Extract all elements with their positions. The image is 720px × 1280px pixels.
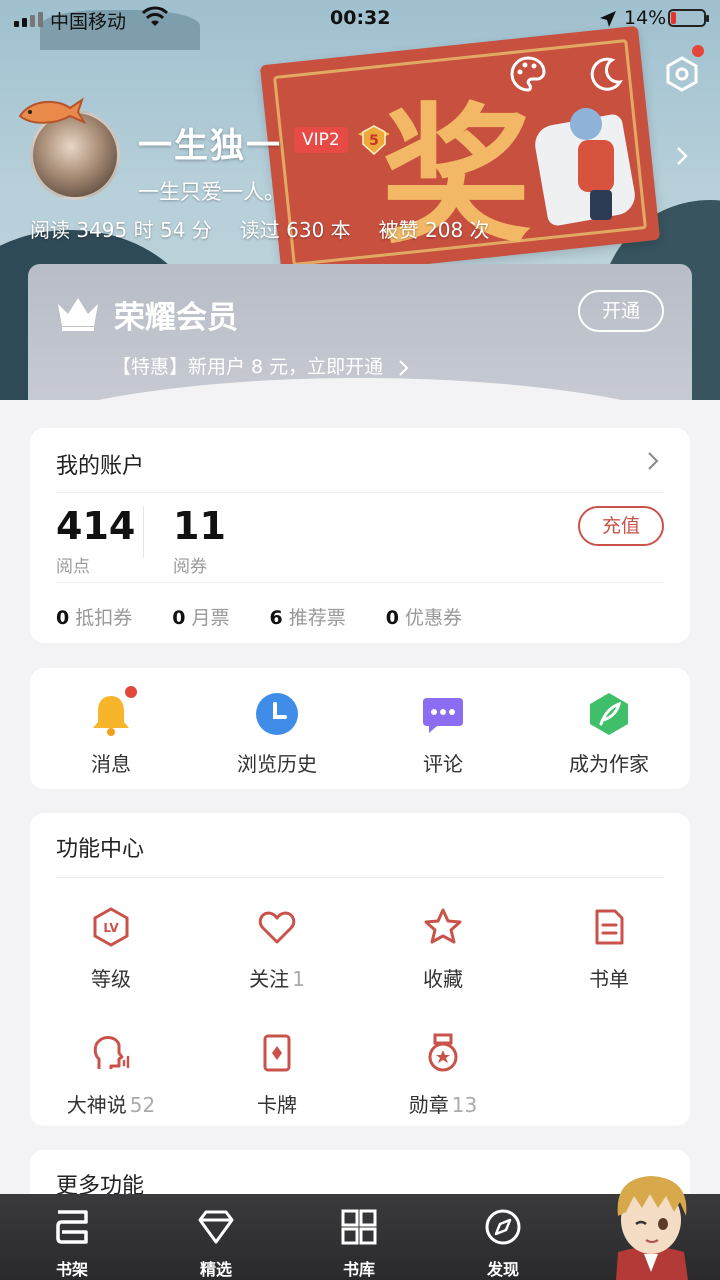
vouchers-value[interactable]: 11 [173, 504, 226, 548]
quick-label: 成为作家 [569, 752, 649, 776]
tab-bookshelf[interactable]: 书架 [27, 1208, 117, 1280]
func-cards[interactable]: 卡牌 [202, 1033, 352, 1118]
points-value[interactable]: 414 [56, 504, 135, 548]
chat-icon [421, 692, 465, 736]
level-icon: LV [93, 907, 129, 947]
svg-text:LV: LV [103, 921, 119, 935]
battery-percent: 14% [624, 7, 667, 29]
func-count: 52 [129, 1093, 156, 1117]
func-label: 书单 [589, 967, 629, 991]
membership-promo[interactable]: 【特惠】新用户 8 元，立即开通 [112, 352, 409, 379]
func-great-god-says[interactable]: 大神说 52 [36, 1033, 186, 1118]
ticket-row: 0 抵扣券 0 月票 6 推荐票 0 优惠券 [56, 603, 502, 630]
tab-featured[interactable]: 精选 [171, 1208, 261, 1280]
func-booklist[interactable]: 书单 [534, 907, 684, 992]
func-count: 13 [451, 1093, 478, 1117]
user-name[interactable]: 一生独一 [138, 118, 282, 167]
compass-icon [485, 1209, 521, 1245]
quick-become-writer[interactable]: 成为作家 [534, 692, 684, 777]
ticket-monthly[interactable]: 0 月票 [172, 603, 229, 630]
svg-text:5: 5 [369, 133, 379, 149]
heart-icon [258, 911, 296, 944]
func-label: 勋章 [408, 1093, 449, 1117]
chevron-right-icon[interactable] [674, 146, 690, 166]
func-label: 收藏 [423, 967, 463, 991]
func-label: 大神说 [66, 1093, 127, 1117]
tab-label: 发现 [486, 1260, 519, 1279]
star-icon [424, 908, 462, 944]
reading-stats: 阅读 3495 时 54 分 读过 630 本 被赞 208 次 [30, 214, 490, 243]
night-mode-icon[interactable] [586, 54, 626, 94]
chevron-right-icon[interactable] [646, 450, 660, 472]
func-label: 等级 [91, 967, 131, 991]
reading-time-stat[interactable]: 阅读 3495 时 54 分 [30, 214, 212, 243]
quick-messages[interactable]: 消息 [36, 686, 186, 777]
booklist-icon [595, 909, 624, 945]
ticket-deduction[interactable]: 0 抵扣券 [56, 603, 132, 630]
tab-label: 书架 [55, 1260, 88, 1279]
level-badge-icon[interactable]: 5 [358, 124, 390, 156]
location-arrow-icon [600, 11, 616, 27]
func-count: 1 [292, 967, 305, 991]
diamond-icon [198, 1210, 234, 1244]
grid-icon [341, 1209, 377, 1245]
palette-icon[interactable] [508, 54, 548, 94]
quick-comments[interactable]: 评论 [368, 692, 518, 777]
crown-icon [58, 298, 98, 331]
likes-stat[interactable]: 被赞 208 次 [379, 214, 490, 243]
tab-discover[interactable]: 发现 [458, 1208, 548, 1280]
tab-library[interactable]: 书库 [314, 1208, 404, 1280]
recharge-button[interactable]: 充值 [578, 506, 664, 546]
quill-icon [587, 692, 631, 736]
quick-label: 浏览历史 [237, 752, 317, 776]
mascot-character[interactable] [596, 1172, 706, 1280]
quick-actions-card: 消息 浏览历史 评论 成为作家 [30, 668, 690, 789]
tab-label: 精选 [199, 1260, 232, 1279]
points-label: 阅点 [56, 557, 90, 577]
quick-label: 消息 [91, 752, 131, 776]
func-label: 卡牌 [257, 1093, 297, 1117]
ticket-recommend[interactable]: 6 推荐票 [270, 603, 346, 630]
medal-icon [428, 1033, 458, 1072]
func-favorites[interactable]: 收藏 [368, 907, 518, 992]
carrier-name: 中国移动 [50, 11, 127, 33]
quick-label: 评论 [423, 752, 463, 776]
ticket-coupon[interactable]: 0 优惠券 [386, 603, 462, 630]
signal-icon [14, 12, 43, 27]
membership-promo-text: 【特惠】新用户 8 元，立即开通 [112, 356, 384, 378]
function-center-title: 功能中心 [56, 837, 145, 862]
speaker-icon [93, 1036, 130, 1069]
quick-history[interactable]: 浏览历史 [202, 692, 352, 777]
bookshelf-icon [56, 1210, 88, 1244]
func-follow[interactable]: 关注 1 [202, 907, 352, 992]
profile-header: 奖 中国移动 00:32 14% 一生独一 VIP2 5 一生只爱一人。 阅读 … [0, 0, 720, 400]
status-time: 00:32 [330, 7, 391, 29]
clock-icon [255, 692, 299, 736]
bell-icon [89, 686, 137, 736]
notification-dot [692, 45, 704, 57]
account-card: 我的账户 414 阅点 11 阅券 充值 0 抵扣券 0 月票 6 推荐票 0 优惠券 [30, 428, 690, 643]
account-title[interactable]: 我的账户 [56, 448, 144, 480]
chevron-right-icon [399, 359, 409, 376]
user-bio: 一生只爱一人。 [138, 180, 285, 204]
notification-dot [125, 686, 137, 698]
activate-button[interactable]: 开通 [578, 290, 664, 332]
membership-title: 荣耀会员 [114, 300, 238, 336]
func-medals[interactable]: 勋章 13 [368, 1033, 518, 1118]
battery-icon [668, 9, 709, 27]
vouchers-label: 阅券 [173, 557, 207, 577]
vip-badge[interactable]: VIP2 [294, 127, 348, 153]
func-level[interactable]: LV 等级 [36, 907, 186, 992]
tab-label: 书库 [342, 1260, 375, 1279]
koi-fish-icon [18, 97, 86, 124]
settings-icon[interactable] [662, 54, 702, 94]
status-bar: 中国移动 00:32 14% [0, 0, 720, 38]
function-center-card: 功能中心 LV 等级 关注 1 收藏 书单 大神说 52 卡牌 勋章 13 [30, 813, 690, 1126]
card-icon [263, 1034, 291, 1072]
books-read-stat[interactable]: 读过 630 本 [240, 214, 351, 243]
wifi-icon [142, 6, 168, 26]
func-label: 关注 [249, 967, 290, 991]
child-illustration [570, 108, 602, 140]
